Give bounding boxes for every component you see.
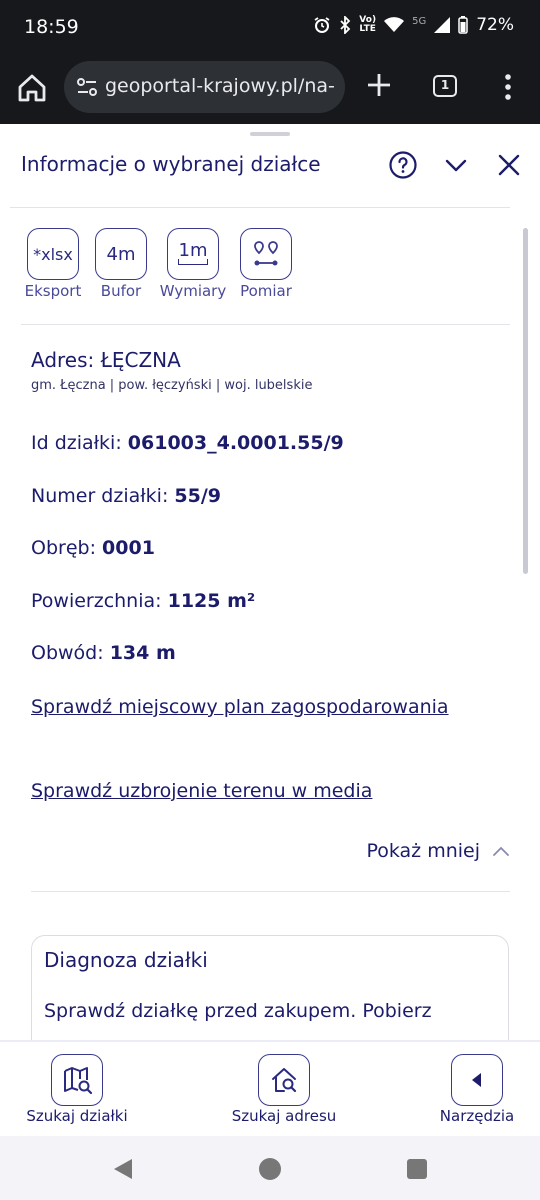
bottom-navigation: Szukaj działki Szukaj adresu Narzędzia	[0, 1040, 540, 1136]
wifi-icon	[384, 17, 405, 32]
address-title: Adres: ŁĘCZNA	[31, 348, 181, 372]
status-icons: Vo) LTE 5G 72%	[313, 15, 514, 35]
signal-icon	[434, 17, 451, 33]
back-icon[interactable]	[112, 1157, 134, 1181]
drag-handle[interactable]	[250, 132, 290, 136]
buffer-button[interactable]: 4m	[95, 228, 147, 280]
details-divider	[31, 891, 510, 892]
address-subtitle: gm. Łęczna | pow. łęczyński | woj. lubel…	[31, 378, 313, 393]
export-button[interactable]: *xlsx	[27, 228, 79, 280]
parcel-id-row: Id działki: 061003_4.0001.55/9	[31, 432, 344, 454]
area-row: Powierzchnia: 1125 m²	[31, 590, 256, 612]
diagnosis-card[interactable]: Diagnoza działki Sprawdź działkę przed z…	[31, 935, 509, 1040]
search-parcel-button[interactable]	[51, 1054, 103, 1106]
measure-button[interactable]	[240, 228, 292, 280]
tools-nav[interactable]: Narzędzia	[432, 1054, 522, 1125]
scrollbar[interactable]	[523, 228, 528, 574]
measure-tool[interactable]: Pomiar	[237, 228, 295, 300]
parcel-number-row: Numer działki: 55/9	[31, 485, 221, 507]
buffer-icon: 4m	[106, 243, 136, 265]
tab-switcher-button[interactable]: 1	[433, 75, 457, 97]
precinct-row: Obręb: 0001	[31, 537, 155, 559]
home-icon[interactable]	[14, 70, 50, 106]
parcel-id-value: 061003_4.0001.55/9	[127, 432, 344, 454]
home-nav-icon[interactable]	[258, 1157, 282, 1181]
area-value: 1125 m²	[167, 590, 256, 612]
show-less-button[interactable]: Pokaż mniej	[366, 840, 510, 862]
parcel-info-sheet: Informacje o wybranej działce *xlsx Eksp…	[0, 124, 540, 1040]
bluetooth-icon	[340, 16, 351, 34]
buffer-label: Bufor	[100, 282, 142, 300]
diagnosis-title: Diagnoza działki	[44, 948, 208, 972]
help-icon[interactable]	[388, 150, 418, 180]
caret-left-icon	[472, 1073, 481, 1087]
chevron-down-icon[interactable]	[441, 150, 471, 180]
chevron-up-icon	[493, 846, 509, 856]
search-address-nav[interactable]: Szukaj adresu	[224, 1054, 344, 1125]
measure-label: Pomiar	[240, 282, 292, 300]
search-parcel-label: Szukaj działki	[26, 1107, 128, 1125]
more-menu-icon[interactable]	[497, 72, 519, 102]
show-less-label: Pokaż mniej	[366, 840, 480, 862]
measure-route-icon	[254, 241, 278, 266]
tools-label: Narzędzia	[439, 1107, 515, 1125]
battery-level: 72%	[476, 15, 514, 35]
diagnosis-text: Sprawdź działkę przed zakupem. Pobierz	[44, 1000, 432, 1022]
buffer-tool[interactable]: 4m Bufor	[95, 228, 147, 300]
parcel-number-value: 55/9	[174, 485, 221, 507]
tools-button[interactable]	[451, 1054, 503, 1106]
map-search-icon	[64, 1067, 93, 1095]
export-tool[interactable]: *xlsx Eksport	[21, 228, 85, 300]
status-time: 18:59	[24, 16, 79, 38]
url-text[interactable]: geoportal-krajowy.pl/na-	[105, 75, 335, 97]
dimensions-label: Wymiary	[159, 282, 227, 300]
alarm-icon	[314, 17, 330, 33]
tools-divider	[21, 324, 510, 325]
site-settings-icon[interactable]	[76, 76, 98, 98]
system-navigation-bar	[0, 1136, 540, 1200]
status-bar: 18:59 Vo) LTE 5G 72%	[0, 0, 540, 58]
dimensions-icon: 1m	[178, 242, 208, 265]
perimeter-value: 134 m	[109, 642, 176, 664]
precinct-value: 0001	[102, 537, 155, 559]
dimensions-tool[interactable]: 1m Wymiary	[158, 228, 228, 300]
header-divider	[10, 207, 510, 208]
network-label: 5G	[412, 15, 427, 27]
perimeter-row: Obwód: 134 m	[31, 642, 176, 664]
utilities-link[interactable]: Sprawdź uzbrojenie terenu w media	[31, 775, 511, 807]
sheet-title: Informacje o wybranej działce	[21, 152, 321, 176]
new-tab-icon[interactable]	[364, 70, 394, 100]
volte-icon: Vo) LTE	[359, 15, 377, 34]
address-bar[interactable]: geoportal-krajowy.pl/na-	[64, 61, 345, 113]
search-address-label: Szukaj adresu	[231, 1107, 337, 1125]
close-icon[interactable]	[494, 150, 524, 180]
home-search-icon	[272, 1068, 297, 1093]
battery-icon	[458, 16, 468, 34]
export-label: Eksport	[24, 282, 82, 300]
zoning-plan-link[interactable]: Sprawdź miejscowy plan zagospodarowania	[31, 691, 451, 723]
search-address-button[interactable]	[258, 1054, 310, 1106]
browser-toolbar: geoportal-krajowy.pl/na- 1	[0, 58, 540, 124]
recents-icon[interactable]	[406, 1158, 428, 1180]
dimensions-button[interactable]: 1m	[167, 228, 219, 280]
search-parcel-nav[interactable]: Szukaj działki	[20, 1054, 134, 1125]
export-icon: *xlsx	[33, 244, 73, 264]
